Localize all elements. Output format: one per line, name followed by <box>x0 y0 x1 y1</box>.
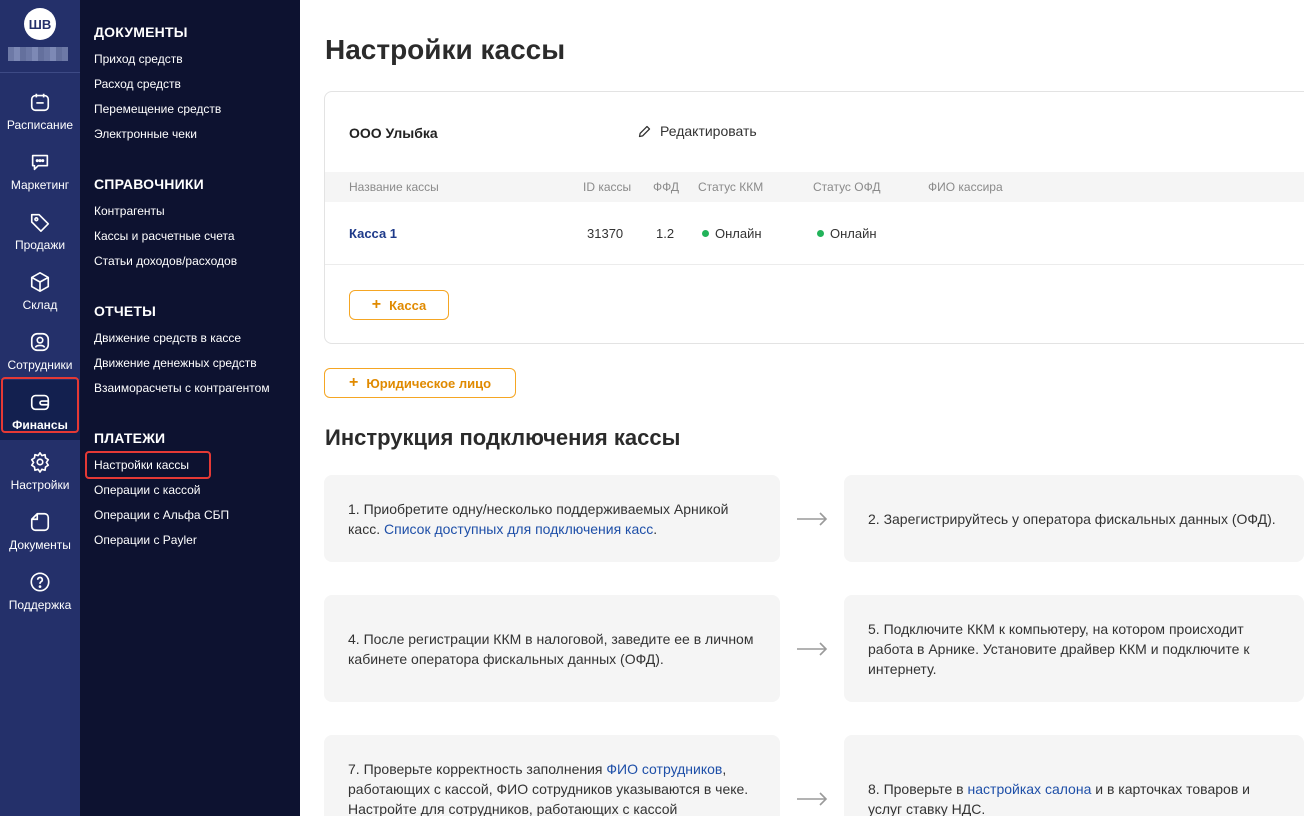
add-kassa-button[interactable]: + Касса <box>349 290 449 320</box>
add-kassa-label: Касса <box>389 297 427 313</box>
submenu-item-income[interactable]: Приход средств <box>94 52 183 66</box>
submenu-item-e-receipts[interactable]: Электронные чеки <box>94 127 197 141</box>
add-legal-entity-button[interactable]: + Юридическое лицо <box>324 368 516 398</box>
rail-item-settings[interactable]: Настройки <box>0 440 80 500</box>
salon-settings-link[interactable]: настройках салона <box>968 781 1092 797</box>
group-title-payments: ПЛАТЕЖИ <box>94 430 166 446</box>
rail-label: Документы <box>9 538 71 552</box>
group-title-documents: ДОКУМЕНТЫ <box>94 24 188 40</box>
employee-names-link[interactable]: ФИО сотрудников <box>606 761 722 777</box>
submenu-item-income-expense-items[interactable]: Статьи доходов/расходов <box>94 254 237 268</box>
main-content: Настройки кассы ООО Улыбка Редактировать… <box>300 0 1304 816</box>
instruction-step-4: 4. После регистрации ККМ в налоговой, за… <box>324 595 780 702</box>
kassa-table-header: Название кассы ID кассы ФФД Статус ККМ С… <box>325 172 1304 202</box>
edit-org-label: Редактировать <box>660 123 757 139</box>
rail-divider <box>0 72 80 73</box>
highlight-box-kassa-settings <box>85 451 211 479</box>
table-row[interactable]: Касса 1 31370 1.2 Онлайн Онлайн <box>325 202 1304 265</box>
submenu-item-cash-flow[interactable]: Движение денежных средств <box>94 356 257 370</box>
group-title-reports: ОТЧЕТЫ <box>94 303 157 319</box>
col-header-name: Название кассы <box>349 180 439 194</box>
submenu-item-cash-flow-register[interactable]: Движение средств в кассе <box>94 331 241 345</box>
rail-label: Сотрудники <box>7 358 73 372</box>
submenu-item-settlements[interactable]: Взаиморасчеты с контрагентом <box>94 381 270 395</box>
user-name-blurred <box>8 47 68 61</box>
rail-item-employees[interactable]: Сотрудники <box>0 320 80 380</box>
rail-label: Склад <box>22 298 58 312</box>
instruction-step-8: 8. Проверьте в настройках салона и в кар… <box>844 735 1304 816</box>
pencil-icon <box>638 125 651 137</box>
col-header-kkm-status: Статус ККМ <box>698 180 764 194</box>
tag-icon <box>30 213 50 232</box>
group-title-references: СПРАВОЧНИКИ <box>94 176 204 192</box>
calendar-icon <box>30 93 50 112</box>
step-4-text: 4. После регистрации ККМ в налоговой, за… <box>348 630 754 667</box>
rail-label: Настройки <box>10 478 70 492</box>
col-header-ofd-status: Статус ОФД <box>813 180 881 194</box>
org-name: ООО Улыбка <box>349 125 438 141</box>
submenu-item-expense[interactable]: Расход средств <box>94 77 181 91</box>
add-legal-entity-label: Юридическое лицо <box>366 375 492 391</box>
submenu-item-payler[interactable]: Операции с Payler <box>94 533 197 547</box>
finance-submenu: ДОКУМЕНТЫ Приход средств Расход средств … <box>80 0 300 816</box>
avatar[interactable]: ШВ <box>24 8 56 40</box>
instructions-title: Инструкция подключения кассы <box>325 425 681 450</box>
kassa-id: 31370 <box>587 226 624 241</box>
kkm-status: Онлайн <box>702 226 762 241</box>
step-7-text: 7. Проверьте корректность заполнения <box>348 761 607 777</box>
submenu-item-alfa-sbp[interactable]: Операции с Альфа СБП <box>94 508 229 522</box>
ofd-status-text: Онлайн <box>830 226 877 241</box>
submenu-item-cash-accounts[interactable]: Кассы и расчетные счета <box>94 229 235 243</box>
submenu-item-counterparties[interactable]: Контрагенты <box>94 204 165 218</box>
org-card: ООО Улыбка Редактировать Название кассы … <box>324 91 1304 344</box>
rail-label: Поддержка <box>8 598 72 612</box>
rail-item-warehouse[interactable]: Склад <box>0 260 80 320</box>
step-8-text: 8. Проверьте в <box>868 781 968 797</box>
instruction-step-2: 2. Зарегистрируйтесь у оператора фискаль… <box>844 475 1304 562</box>
arrow-right-icon <box>797 642 828 656</box>
avatar-initials: ШВ <box>28 16 52 32</box>
kassa-ffd: 1.2 <box>656 226 675 241</box>
document-icon <box>30 512 50 532</box>
plus-icon: + <box>348 374 359 391</box>
rail-item-documents[interactable]: Документы <box>0 500 80 560</box>
gear-icon <box>30 452 50 473</box>
user-icon <box>30 332 50 352</box>
rail-item-marketing[interactable]: Маркетинг <box>0 140 80 200</box>
help-icon <box>30 572 50 592</box>
instruction-step-1: 1. Приобретите одну/несколько поддержива… <box>324 475 780 562</box>
kassa-name-link[interactable]: Касса 1 <box>349 226 397 241</box>
rail-item-support[interactable]: Поддержка <box>0 560 80 620</box>
main-rail: ШВ Расписание Маркетинг Продажи Склад Со… <box>0 0 80 816</box>
rail-item-schedule[interactable]: Расписание <box>0 80 80 140</box>
submenu-item-kassa-operations[interactable]: Операции с кассой <box>94 483 201 497</box>
step-1-tail: . <box>653 520 658 537</box>
rail-label: Продажи <box>14 238 66 252</box>
step-5-text: 5. Подключите ККМ к компьютеру, на котор… <box>868 620 1250 677</box>
ofd-status: Онлайн <box>817 226 877 241</box>
status-online-dot <box>817 230 824 237</box>
instruction-step-5: 5. Подключите ККМ к компьютеру, на котор… <box>844 595 1304 702</box>
status-online-dot <box>702 230 709 237</box>
plus-icon: + <box>371 296 382 313</box>
instruction-step-7: 7. Проверьте корректность заполнения ФИО… <box>324 735 780 816</box>
edit-org-button[interactable]: Редактировать <box>637 123 757 139</box>
col-header-ffd: ФФД <box>653 180 679 194</box>
rail-label: Расписание <box>6 118 74 132</box>
supported-kassas-link[interactable]: Список доступных для подключения касс <box>384 521 653 537</box>
page-title: Настройки кассы <box>325 34 566 65</box>
box-icon <box>30 272 50 292</box>
arrow-right-icon <box>797 792 828 806</box>
col-header-cashier: ФИО кассира <box>928 180 1003 194</box>
col-header-id: ID кассы <box>583 180 632 194</box>
arrow-right-icon <box>797 512 828 526</box>
step-2-text: 2. Зарегистрируйтесь у оператора фискаль… <box>868 510 1276 527</box>
highlight-box-finance <box>1 377 79 433</box>
rail-label: Маркетинг <box>10 178 70 192</box>
submenu-item-transfer[interactable]: Перемещение средств <box>94 102 221 116</box>
kkm-status-text: Онлайн <box>715 226 762 241</box>
chat-icon <box>31 154 49 171</box>
rail-item-sales[interactable]: Продажи <box>0 200 80 260</box>
